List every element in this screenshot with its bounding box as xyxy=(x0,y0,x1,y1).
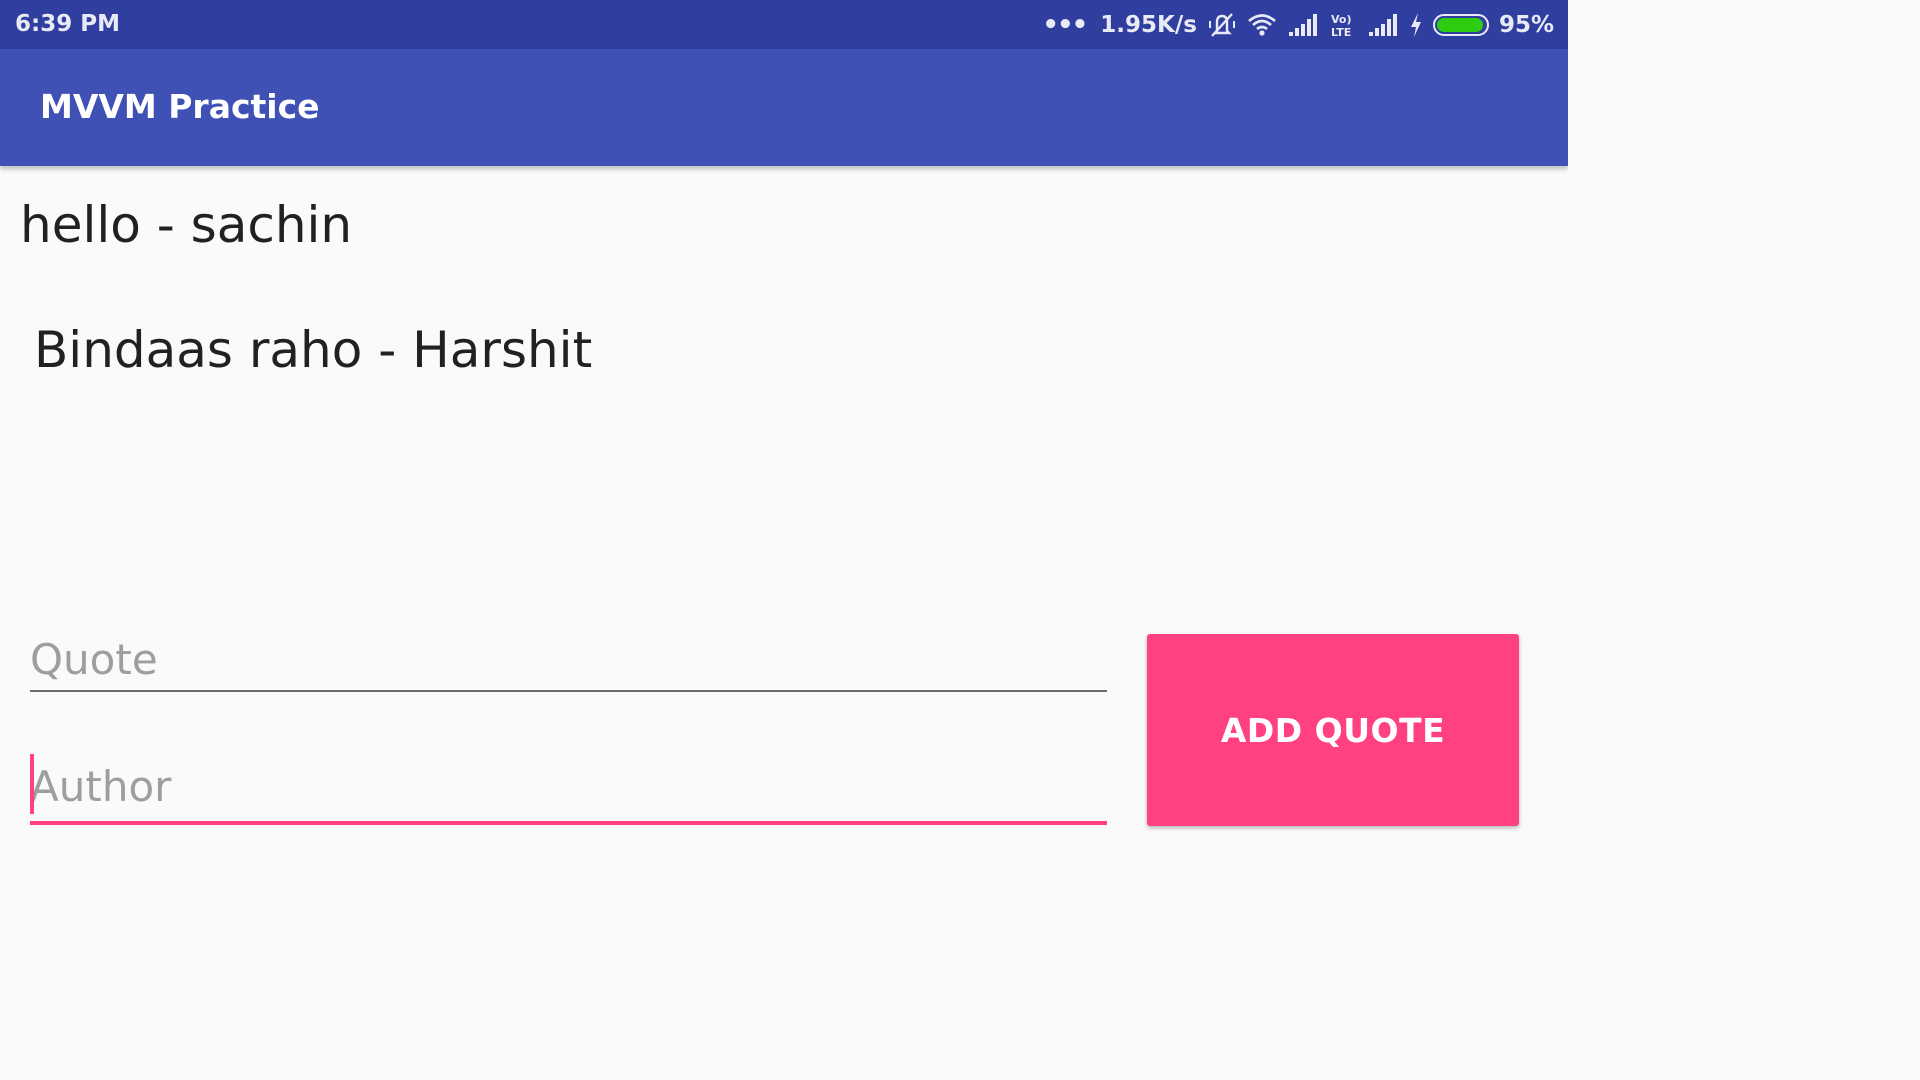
screen: 6:39 PM ••• 1.95K/s Vo) LTE 95% MVVM Pra… xyxy=(0,0,1568,882)
svg-text:LTE: LTE xyxy=(1331,26,1351,39)
battery-fill xyxy=(1436,18,1483,32)
charging-icon xyxy=(1409,12,1423,38)
text-cursor xyxy=(30,754,34,814)
author-input[interactable] xyxy=(30,752,1107,821)
network-speed: 1.95K/s xyxy=(1100,12,1197,38)
battery-percent: 95% xyxy=(1498,12,1554,38)
wifi-icon xyxy=(1247,12,1277,38)
signal-icon-2 xyxy=(1367,13,1399,37)
status-time: 6:39 PM xyxy=(15,11,120,37)
vibrate-mute-icon xyxy=(1207,11,1237,39)
signal-icon xyxy=(1287,13,1319,37)
battery-icon xyxy=(1432,14,1489,36)
status-bar: 6:39 PM ••• 1.95K/s Vo) LTE 95% xyxy=(0,0,1568,49)
quote-field xyxy=(30,628,1107,692)
add-quote-button[interactable]: ADD QUOTE xyxy=(1147,634,1519,826)
quote-item: hello - sachin xyxy=(20,196,353,254)
svg-text:Vo): Vo) xyxy=(1331,13,1352,26)
quote-input[interactable] xyxy=(30,628,1107,690)
app-title: MVVM Practice xyxy=(40,87,320,126)
quote-item: Bindaas raho - Harshit xyxy=(34,321,593,379)
more-dots-icon: ••• xyxy=(1042,10,1088,40)
volte-icon: Vo) LTE xyxy=(1329,11,1357,39)
author-field xyxy=(30,752,1107,825)
app-bar: MVVM Practice xyxy=(0,49,1568,166)
status-icons: ••• 1.95K/s Vo) LTE 95% xyxy=(1042,8,1554,42)
